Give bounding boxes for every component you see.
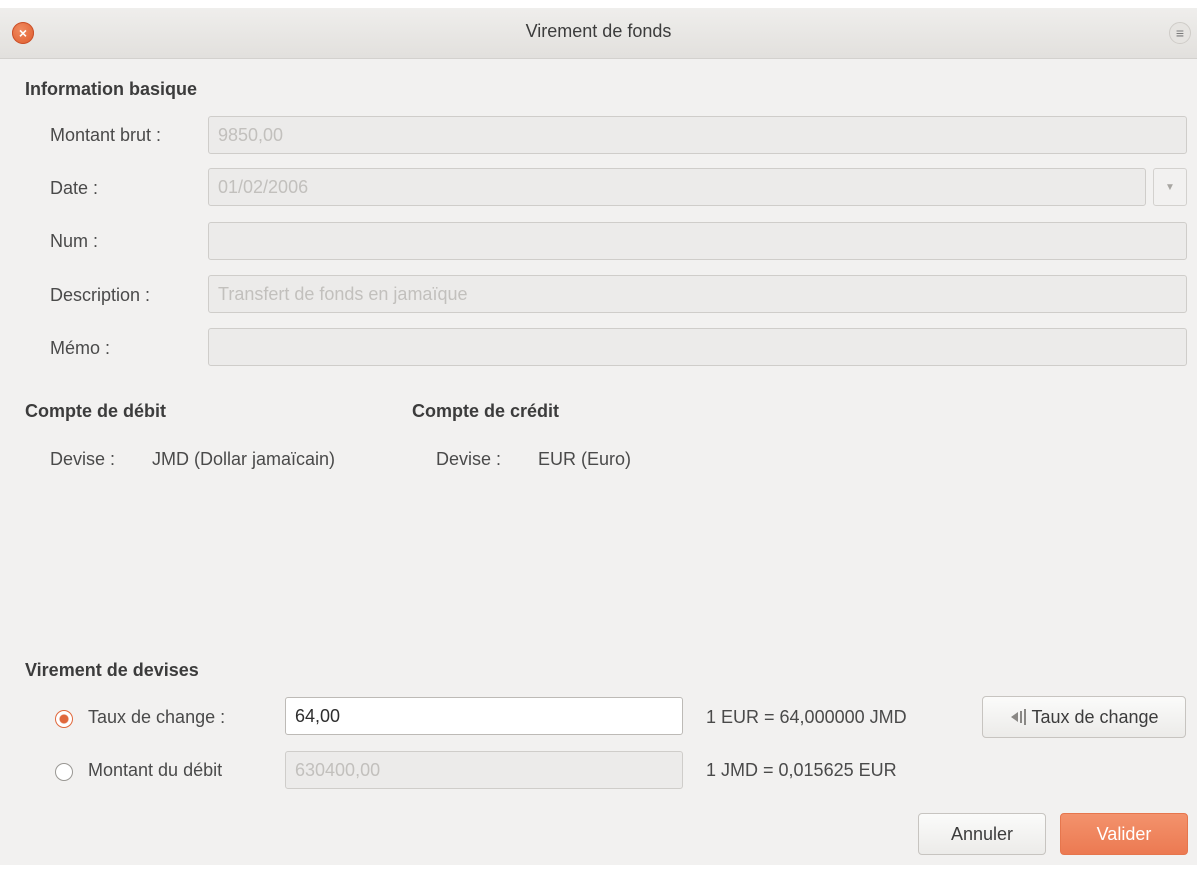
amount-field[interactable]: 9850,00 bbox=[208, 116, 1187, 154]
date-label: Date : bbox=[50, 178, 99, 198]
num-label: Num : bbox=[50, 231, 99, 251]
memo-field[interactable] bbox=[208, 328, 1187, 366]
transfer-dialog: × Virement de fonds ≡ Information basiqu… bbox=[0, 8, 1197, 865]
memo-label: Mémo : bbox=[50, 338, 111, 358]
exchange-rate-info: 1 EUR = 64,000000 JMD bbox=[706, 707, 907, 727]
exchange-rate-label: Taux de change : bbox=[88, 707, 226, 727]
currency-transfer-heading: Virement de devises bbox=[25, 660, 199, 680]
debit-rate-info: 1 JMD = 0,015625 EUR bbox=[706, 760, 897, 780]
exchange-rate-radio[interactable] bbox=[55, 710, 73, 728]
basic-info-heading: Information basique bbox=[25, 79, 198, 99]
description-field[interactable]: Transfert de fonds en jamaïque bbox=[208, 275, 1187, 313]
exchange-rate-button-label: Taux de change bbox=[1031, 707, 1159, 727]
chevron-down-icon: ▼ bbox=[1165, 182, 1175, 193]
debit-amount-input[interactable]: 630400,00 bbox=[285, 751, 683, 789]
credit-currency-value: EUR (Euro) bbox=[538, 449, 632, 469]
menu-icon[interactable]: ≡ bbox=[1169, 22, 1191, 44]
num-field[interactable] bbox=[208, 222, 1187, 260]
title-bar: × Virement de fonds ≡ bbox=[0, 8, 1197, 59]
amount-label: Montant brut : bbox=[50, 125, 162, 145]
debit-account-heading: Compte de débit bbox=[25, 401, 167, 421]
debit-currency-value: JMD (Dollar jamaïcain) bbox=[152, 449, 336, 469]
ok-button[interactable]: Valider bbox=[1060, 813, 1188, 855]
debit-amount-radio[interactable] bbox=[55, 763, 73, 781]
credit-currency-label: Devise : bbox=[436, 449, 502, 469]
credit-account-heading: Compte de crédit bbox=[412, 401, 560, 421]
debit-currency-label: Devise : bbox=[50, 449, 116, 469]
exchange-rate-input[interactable]: 64,00 bbox=[285, 697, 683, 735]
description-label: Description : bbox=[50, 285, 151, 305]
exchange-rate-icon bbox=[1011, 709, 1027, 725]
window-title: Virement de fonds bbox=[525, 21, 672, 41]
date-dropdown-button[interactable]: ▼ bbox=[1153, 168, 1187, 206]
date-field[interactable]: 01/02/2006 bbox=[208, 168, 1146, 206]
debit-amount-label: Montant du débit bbox=[88, 760, 223, 780]
cancel-button[interactable]: Annuler bbox=[918, 813, 1046, 855]
exchange-rate-button[interactable]: Taux de change bbox=[982, 696, 1186, 738]
